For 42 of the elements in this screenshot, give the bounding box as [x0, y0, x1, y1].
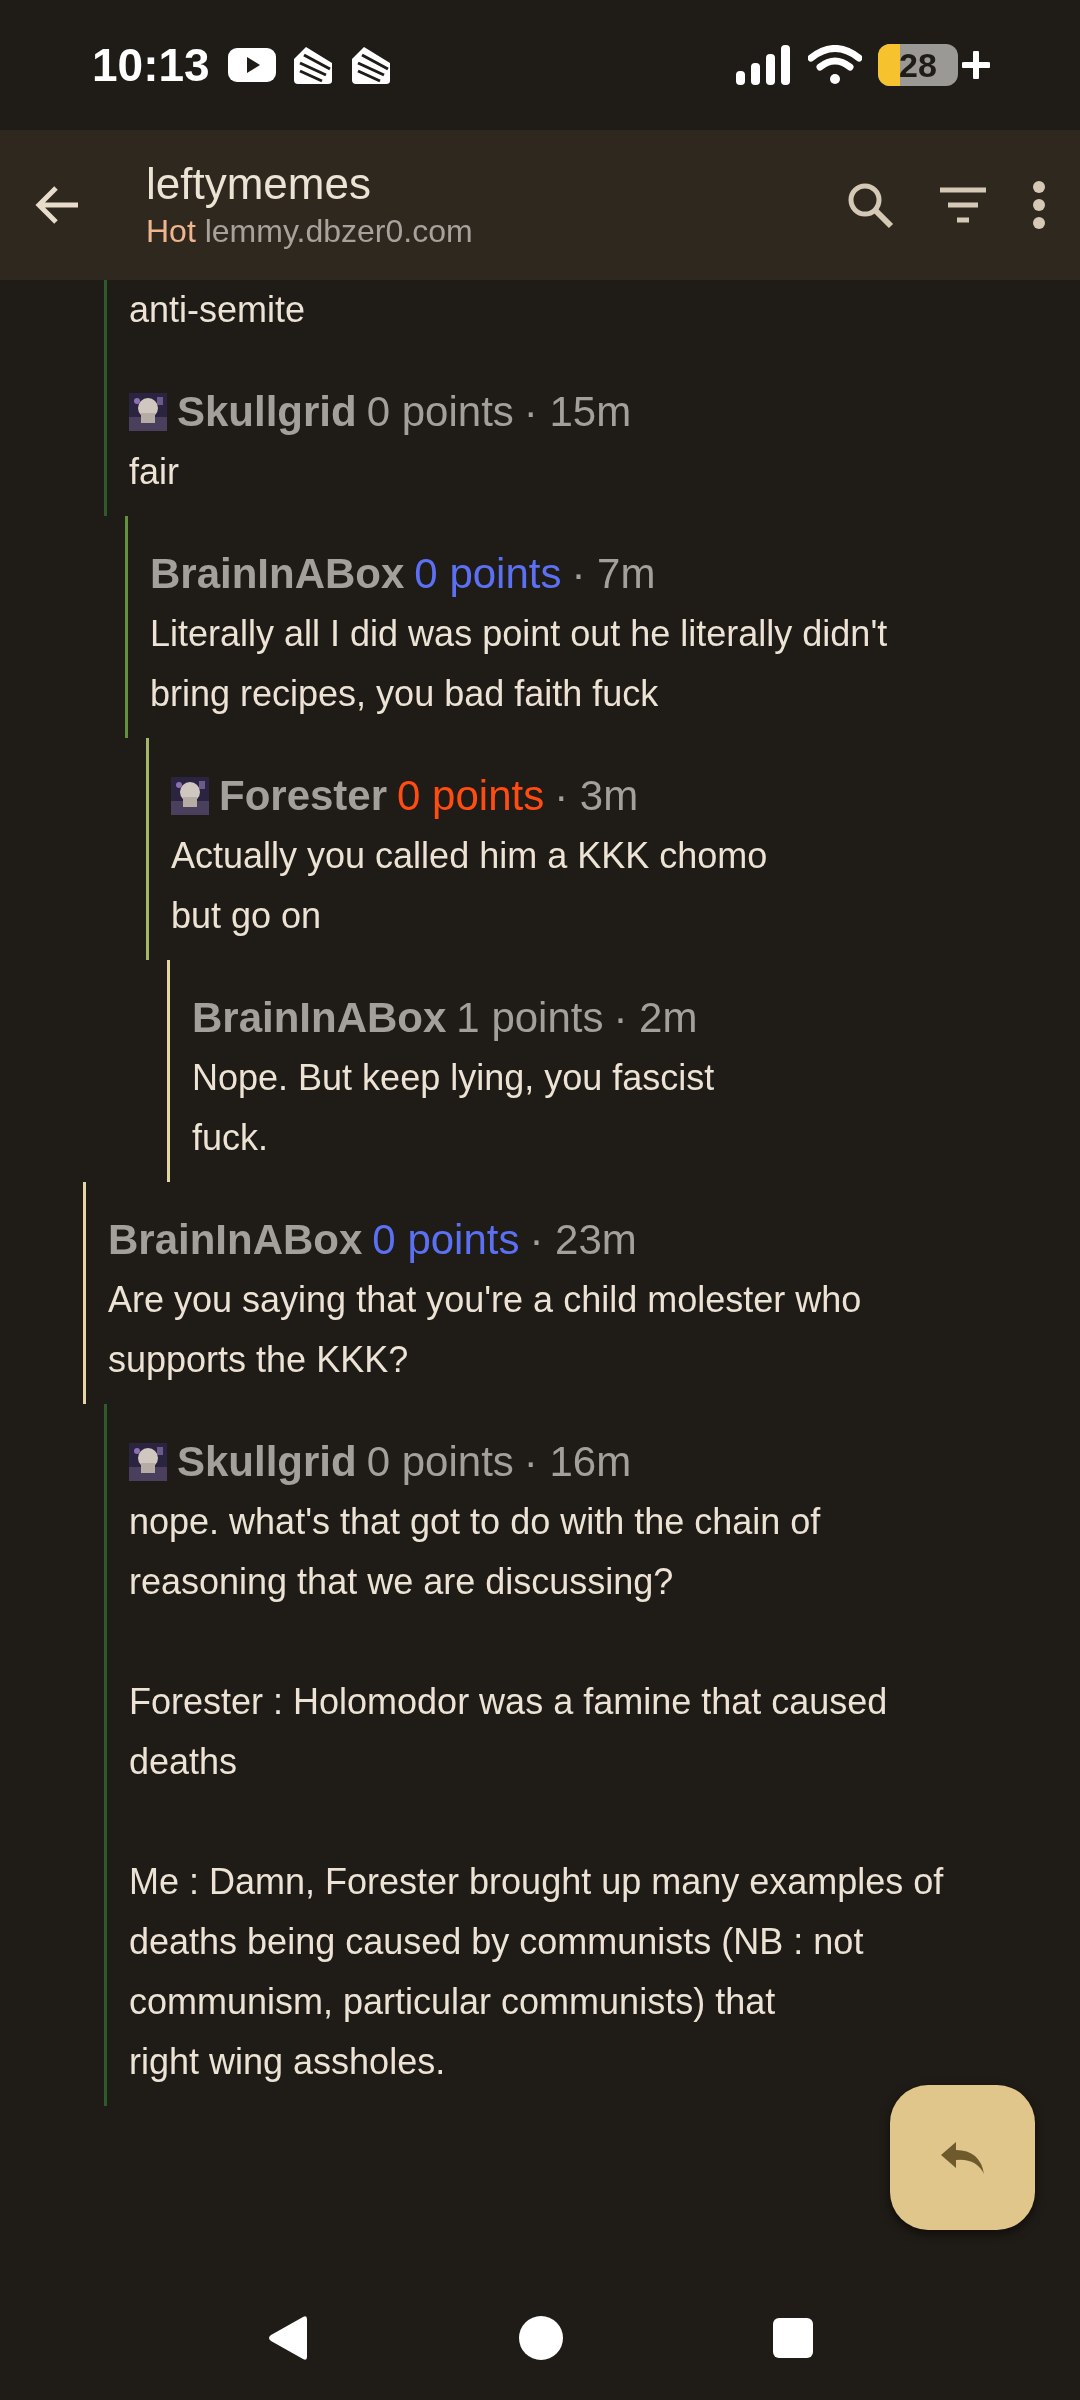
recents-nav-icon[interactable] — [773, 2317, 813, 2358]
comment-text: Literally all I did was point out he literally didn't bring recipes, you bad faith fuck — [150, 612, 889, 716]
score: 0 points — [397, 771, 545, 821]
comment-age: · 15m — [523, 387, 632, 437]
username[interactable]: Skullgrid — [177, 382, 357, 442]
comment-age: · 7m — [571, 549, 656, 599]
layers-icon — [349, 45, 392, 85]
score: 0 points — [366, 387, 514, 437]
comment-age: · 2m — [613, 993, 698, 1043]
comment-age: · 23m — [529, 1215, 637, 1265]
comment-age: · 3m — [554, 771, 639, 821]
username[interactable]: BrainInABox — [108, 1210, 363, 1270]
wifi-icon — [808, 45, 862, 85]
score: 0 points — [414, 549, 562, 599]
score: 0 points — [372, 1215, 520, 1265]
comment-text: Actually you called him a KKK chomo but go on — [171, 834, 769, 938]
comment-text: nope. what's that got to do with the chain of reasoning that we are discussing? — [129, 1500, 822, 1604]
layers-icon — [291, 45, 334, 85]
comment-age: · 16m — [523, 1437, 632, 1487]
comment-text: Nope. But keep lying, you fascist fuck. — [192, 1056, 716, 1160]
more-icon — [1032, 181, 1046, 229]
username[interactable]: BrainInABox — [192, 988, 447, 1048]
username[interactable]: Forester — [219, 766, 388, 826]
back-nav-icon[interactable] — [267, 2314, 309, 2361]
comment-text: Are you saying that you're a child molester who supports the KKK? — [108, 1278, 863, 1382]
comment-text: anti-semite — [129, 288, 307, 332]
subtitle: Hot lemmy.dbzer0.com — [146, 211, 474, 251]
plus-icon — [962, 51, 990, 79]
comment-text: Me : Damn, Forester brought up many examples of deaths being caused by communists (NB : not communism, particular communists) that right wing assholes. — [129, 1860, 945, 2084]
community-title: leftymemes — [146, 157, 372, 210]
comment-text: fair — [129, 450, 180, 494]
play-icon — [227, 48, 276, 82]
signal-icon — [736, 45, 792, 85]
username[interactable]: Skullgrid — [177, 1432, 357, 1492]
home-nav-icon[interactable] — [519, 2315, 563, 2360]
reply-button[interactable] — [890, 2085, 1035, 2230]
score: 0 points — [366, 1437, 514, 1487]
battery-icon: 28 — [878, 44, 958, 86]
username[interactable]: BrainInABox — [150, 544, 405, 604]
clock: 10:13 — [92, 37, 210, 93]
comment-text: Forester : Holomodor was a famine that caused deaths — [129, 1680, 889, 1784]
score: 1 points — [456, 993, 604, 1043]
